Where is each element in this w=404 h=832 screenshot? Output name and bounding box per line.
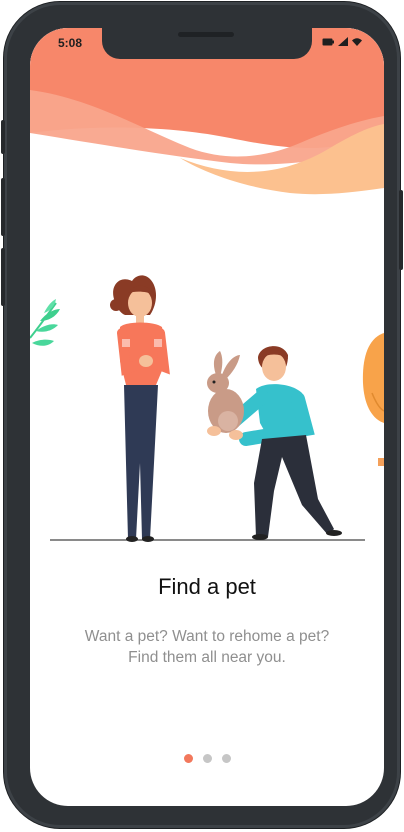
man-figure <box>227 346 342 540</box>
page-dot-2[interactable] <box>202 754 212 763</box>
signal-icon <box>338 37 348 46</box>
onboarding-description: Want a pet? Want to rehome a pet? Find t… <box>50 626 364 668</box>
page-dot-3[interactable] <box>221 754 231 763</box>
onboarding-title: Find a pet <box>158 574 256 599</box>
battery-icon <box>322 38 334 45</box>
onboarding-illustration <box>30 275 384 542</box>
page-dot-1[interactable] <box>183 754 193 763</box>
speaker-grille <box>178 32 234 37</box>
wifi-icon <box>352 38 362 46</box>
notch <box>102 28 312 59</box>
status-icons <box>322 37 362 46</box>
description-line-1: Want a pet? Want to rehome a pet? <box>84 628 330 645</box>
description-line-2: Find them all near you. <box>128 649 286 666</box>
plant-icon <box>30 299 60 346</box>
mute-switch <box>1 120 5 154</box>
rabbit-icon <box>207 351 244 440</box>
page-indicator <box>30 754 384 763</box>
tree-icon <box>362 333 384 466</box>
volume-down-button <box>1 248 5 306</box>
power-button <box>399 190 403 270</box>
status-time: 5:08 <box>58 36 83 50</box>
screen: 5:08 Find a pet Want a pet? Want to reho… <box>30 28 384 806</box>
volume-up-button <box>1 178 5 236</box>
phone-frame: 5:08 Find a pet Want a pet? Want to reho… <box>1 2 403 828</box>
woman-figure <box>110 275 170 542</box>
